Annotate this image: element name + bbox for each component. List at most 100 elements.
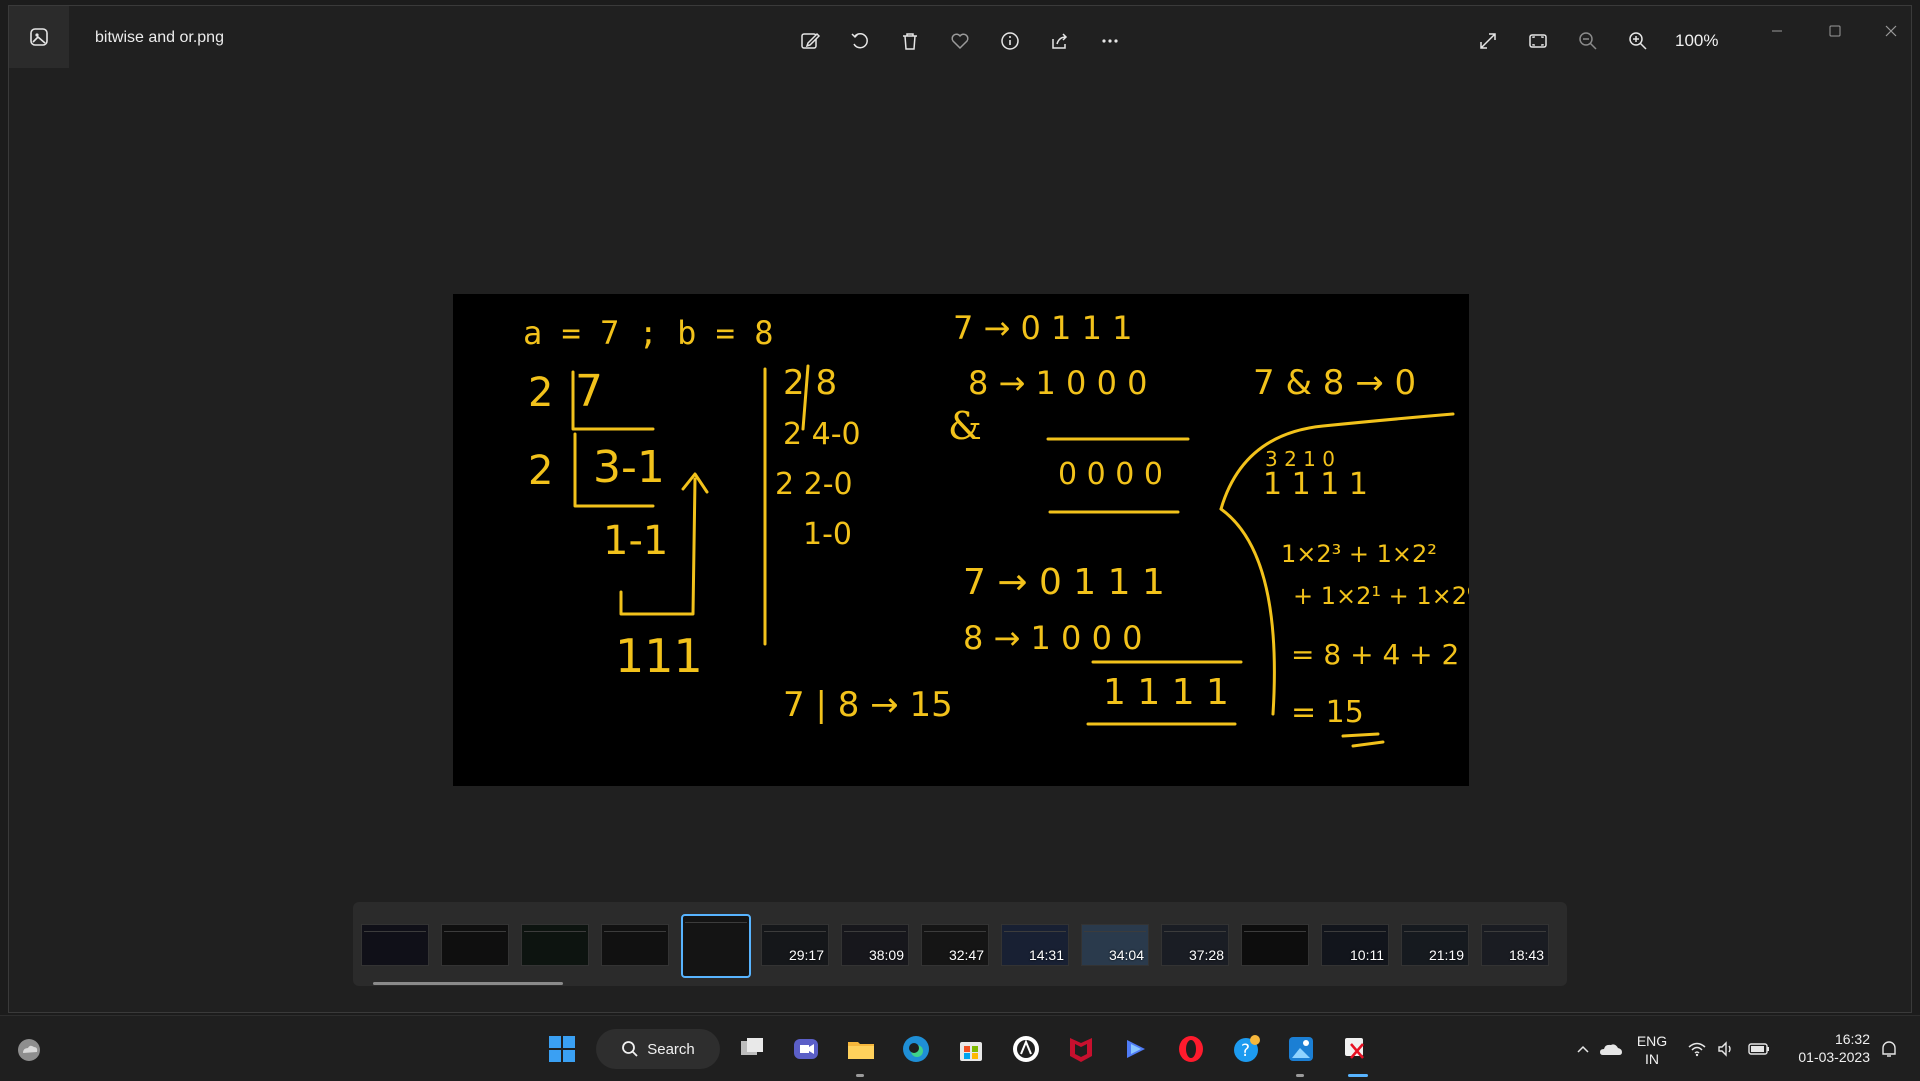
wifi-icon[interactable] bbox=[1680, 1032, 1714, 1066]
bracket-curve-bottom bbox=[1219, 507, 1276, 716]
and-symbol: & bbox=[948, 404, 982, 448]
file-explorer-icon[interactable] bbox=[844, 1032, 878, 1066]
filmstrip-thumbnail[interactable]: 29:17 bbox=[761, 924, 829, 966]
battery-icon[interactable] bbox=[1742, 1032, 1776, 1066]
div8-row1: 2 8 bbox=[783, 363, 837, 403]
maximize-button[interactable] bbox=[1815, 16, 1855, 46]
thumbnail-preview bbox=[685, 922, 747, 970]
filmstrip-thumbnail[interactable] bbox=[601, 924, 669, 966]
zoom-in-icon[interactable] bbox=[1623, 26, 1653, 56]
video-duration: 37:28 bbox=[1188, 947, 1224, 963]
task-view-icon[interactable] bbox=[735, 1032, 769, 1066]
clock-date: 01-03-2023 bbox=[1798, 1049, 1870, 1065]
info-icon[interactable] bbox=[995, 26, 1025, 56]
favorite-icon[interactable] bbox=[945, 26, 975, 56]
filmstrip-thumbnail[interactable] bbox=[441, 924, 509, 966]
filmstrip-scrollbar[interactable] bbox=[373, 982, 563, 985]
fit-icon[interactable] bbox=[1523, 26, 1553, 56]
bin-7: 7 → 0 1 1 1 bbox=[953, 309, 1132, 347]
and-result: 7 & 8 → 0 bbox=[1253, 363, 1416, 403]
share-icon[interactable] bbox=[1045, 26, 1075, 56]
title-bar: bitwise and or.png 100% bbox=[9, 6, 1911, 72]
delete-icon[interactable] bbox=[895, 26, 925, 56]
filmstrip-thumbnail[interactable]: 14:31 bbox=[1001, 924, 1069, 966]
language-code: ENG bbox=[1636, 1033, 1668, 1049]
notification-icon[interactable] bbox=[1872, 1032, 1906, 1066]
expansion-1: 1×2³ + 1×2² bbox=[1281, 540, 1437, 568]
taskbar-search[interactable]: Search bbox=[596, 1029, 720, 1069]
edit-icon[interactable] bbox=[795, 26, 825, 56]
clock[interactable]: 16:32 01-03-2023 bbox=[1786, 1030, 1870, 1066]
filmstrip-thumbnail[interactable] bbox=[361, 924, 429, 966]
video-duration: 38:09 bbox=[868, 947, 904, 963]
divisor-2a: 2 bbox=[528, 370, 553, 416]
language-indicator[interactable]: ENG IN bbox=[1630, 1032, 1674, 1068]
filmstrip-thumbnail[interactable]: 10:11 bbox=[1321, 924, 1389, 966]
thumbnail-preview bbox=[524, 931, 586, 959]
video-duration: 14:31 bbox=[1028, 947, 1064, 963]
photos-taskbar-icon[interactable] bbox=[1284, 1032, 1318, 1066]
video-duration: 18:43 bbox=[1508, 947, 1544, 963]
notes-line-ab: a = 7 ; b = 8 bbox=[523, 314, 773, 352]
filmstrip-thumbnail[interactable]: 18:43 bbox=[1481, 924, 1549, 966]
div8-row4: 1-0 bbox=[803, 517, 852, 552]
thumbnail-preview bbox=[444, 931, 506, 959]
filmstrip[interactable]: 29:17 38:09 32:47 14:31 34:04 37:28 10:11 21:19… bbox=[353, 902, 1567, 986]
snipping-tool-icon[interactable] bbox=[1339, 1032, 1373, 1066]
filmstrip-thumbnail[interactable] bbox=[681, 914, 751, 978]
video-duration: 29:17 bbox=[788, 947, 824, 963]
div8-row3: 2 2-0 bbox=[775, 467, 853, 502]
photos-app-icon[interactable] bbox=[9, 6, 69, 68]
thumbnail-preview bbox=[1244, 931, 1306, 959]
filmstrip-thumbnail[interactable] bbox=[521, 924, 589, 966]
edge-icon[interactable] bbox=[899, 1032, 933, 1066]
double-underline bbox=[1341, 732, 1385, 748]
weather-icon[interactable] bbox=[12, 1032, 46, 1066]
get-help-icon[interactable]: ? bbox=[1229, 1032, 1263, 1066]
filmstrip-thumbnail[interactable]: 38:09 bbox=[841, 924, 909, 966]
zoom-level[interactable]: 100% bbox=[1675, 31, 1718, 51]
active-app-indicator bbox=[1348, 1074, 1368, 1077]
opera-icon[interactable] bbox=[1174, 1032, 1208, 1066]
or-row-8: 8 → 1 0 0 0 bbox=[963, 619, 1142, 657]
zoom-out-icon[interactable] bbox=[1573, 26, 1603, 56]
filmstrip-thumbnail[interactable]: 21:19 bbox=[1401, 924, 1469, 966]
more-icon[interactable] bbox=[1095, 26, 1125, 56]
thumbnail-preview bbox=[604, 931, 666, 959]
close-button[interactable] bbox=[1871, 16, 1911, 46]
or-bits: 1 1 1 1 bbox=[1103, 672, 1229, 713]
video-duration: 32:47 bbox=[948, 947, 984, 963]
region-code: IN bbox=[1645, 1051, 1659, 1067]
app-icon-circle[interactable] bbox=[1009, 1032, 1043, 1066]
result-111: 111 bbox=[615, 629, 703, 683]
thumbnail-preview bbox=[364, 931, 426, 959]
filmstrip-thumbnail[interactable]: 37:28 bbox=[1161, 924, 1229, 966]
place-bits: 1 1 1 1 bbox=[1263, 467, 1368, 502]
filmstrip-thumbnail[interactable]: 32:47 bbox=[921, 924, 989, 966]
onedrive-icon[interactable] bbox=[1594, 1032, 1628, 1066]
photos-app-window: bitwise and or.png 100% a = 7 ; b = 8 2 … bbox=[8, 5, 1912, 1013]
quotient-3: 3-1 bbox=[593, 442, 665, 493]
store-icon[interactable] bbox=[954, 1032, 988, 1066]
expansion-2: + 1×2¹ + 1×2⁰ bbox=[1293, 582, 1469, 610]
sum-line: = 8 + 4 + 2 + 1 bbox=[1291, 638, 1469, 671]
open-app-indicator bbox=[856, 1074, 864, 1077]
filmstrip-thumbnail[interactable]: 34:04 bbox=[1081, 924, 1149, 966]
handwritten-notes: a = 7 ; b = 8 2 2 7 3-1 1-1 111 2 8 2 4-… bbox=[523, 309, 1518, 748]
volume-icon[interactable] bbox=[1710, 1032, 1744, 1066]
svg-text:?: ? bbox=[1241, 1041, 1250, 1061]
minimize-button[interactable] bbox=[1757, 16, 1797, 46]
rotate-icon[interactable] bbox=[845, 26, 875, 56]
div8-row2: 2 4-0 bbox=[783, 417, 861, 452]
teams-icon[interactable] bbox=[789, 1032, 823, 1066]
image-canvas[interactable]: a = 7 ; b = 8 2 2 7 3-1 1-1 111 2 8 2 4-… bbox=[453, 294, 1518, 786]
mcafee-icon[interactable] bbox=[1064, 1032, 1098, 1066]
copilot-icon[interactable] bbox=[1119, 1032, 1153, 1066]
quotient-1: 1-1 bbox=[603, 518, 668, 564]
start-icon[interactable] bbox=[545, 1032, 579, 1066]
expand-icon[interactable] bbox=[1473, 26, 1503, 56]
filmstrip-thumbnail[interactable] bbox=[1241, 924, 1309, 966]
video-duration: 34:04 bbox=[1108, 947, 1144, 963]
taskbar: Search ? ENG IN 16:32 01-03-2023 bbox=[0, 1015, 1920, 1081]
bin-8: 8 → 1 0 0 0 bbox=[968, 364, 1147, 402]
